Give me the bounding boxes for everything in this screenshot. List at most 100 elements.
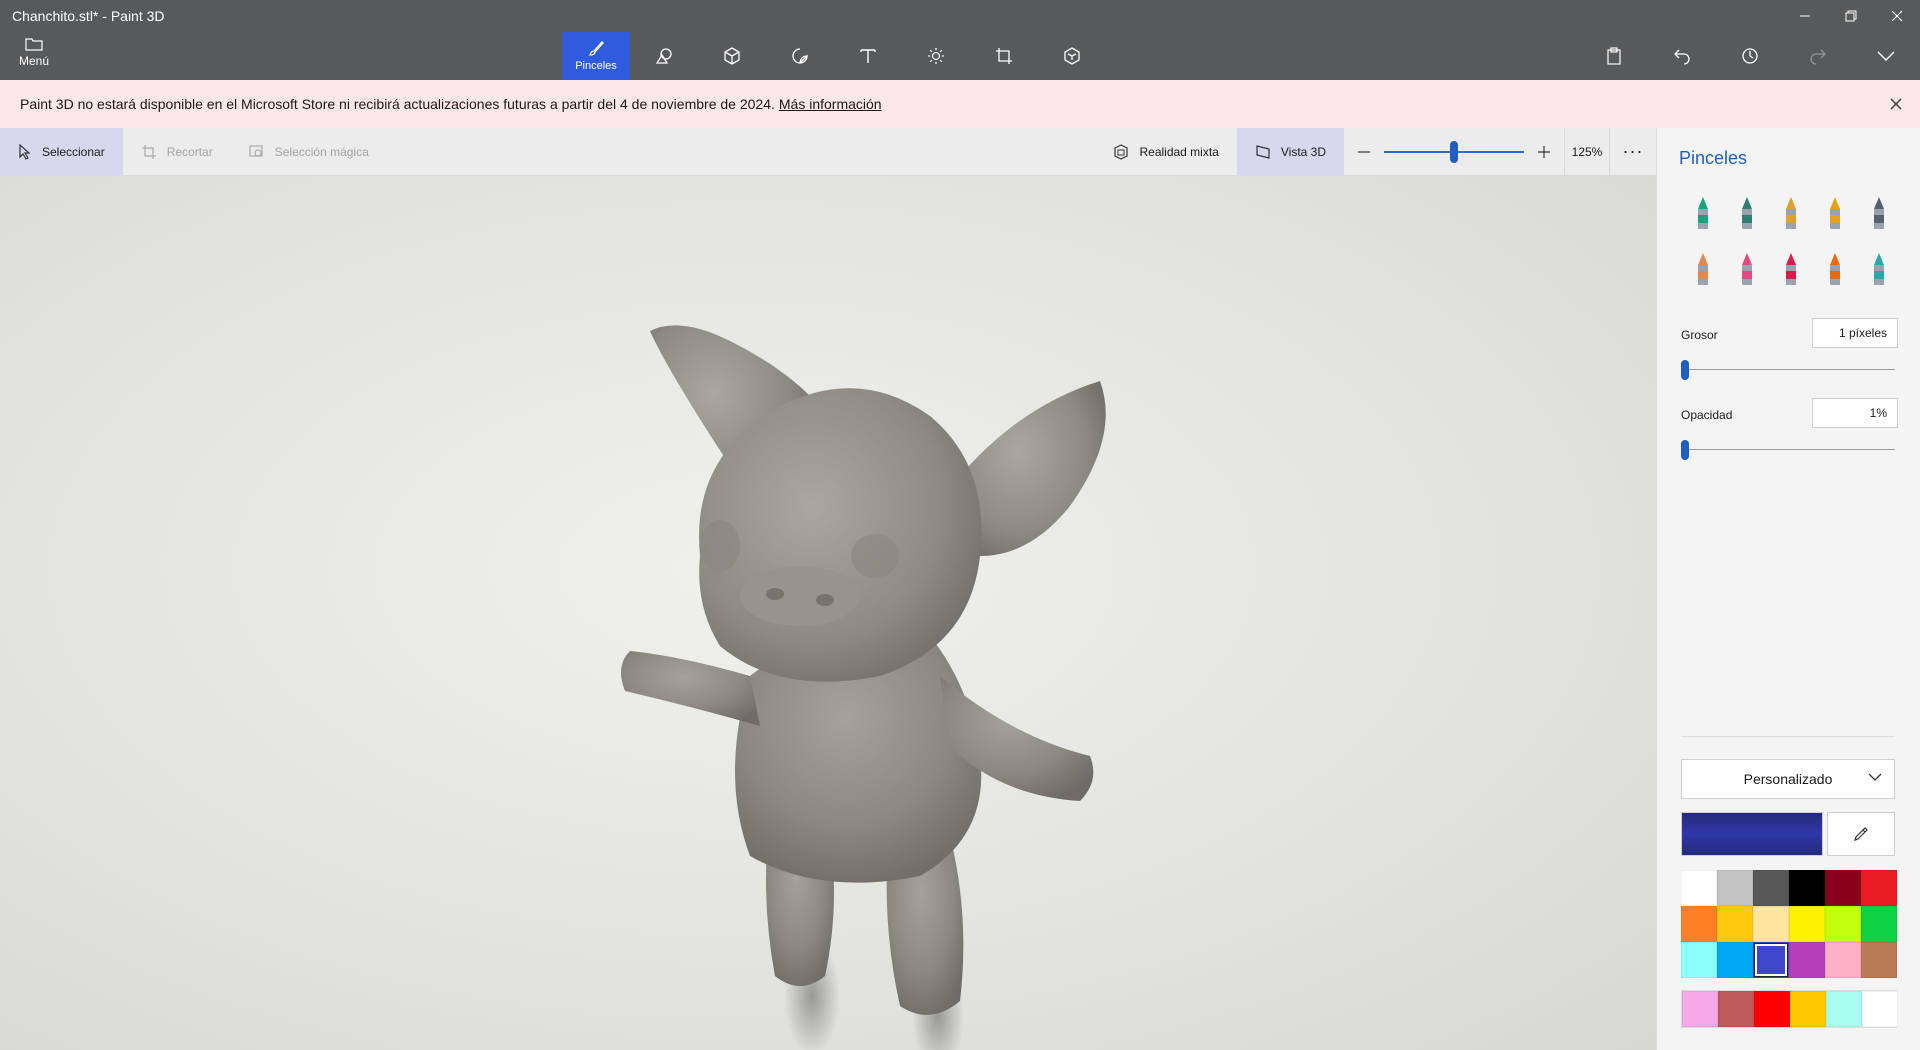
thickness-slider-thumb[interactable] [1681,360,1689,380]
pig-3d-model[interactable] [600,256,1160,1050]
zoom-slider[interactable] [1384,128,1524,176]
color-swatch[interactable] [1789,906,1825,942]
opacity-slider-thumb[interactable] [1681,440,1689,460]
3d-library-icon [1064,47,1080,65]
color-swatch[interactable] [1825,906,1861,942]
opacity-label: Opacidad [1681,408,1733,422]
current-color-swatch[interactable] [1681,812,1823,856]
color-mode-dropdown[interactable]: Personalizado [1681,759,1895,799]
more-options-button[interactable]: ··· [1610,128,1656,176]
eyedropper-button[interactable] [1827,812,1895,856]
custom-color-swatch[interactable] [1826,991,1862,1027]
color-swatch[interactable] [1681,870,1717,906]
close-icon [1891,10,1903,22]
color-swatch[interactable] [1825,942,1861,978]
restore-button[interactable] [1828,0,1874,32]
color-swatch[interactable] [1717,870,1753,906]
tab-effects[interactable] [902,32,970,80]
color-swatch[interactable] [1861,870,1897,906]
mixed-reality-label: Realidad mixta [1139,144,1219,159]
crop-button[interactable]: Recortar [123,128,231,176]
brush-pencil[interactable] [1681,246,1725,292]
3d-shapes-icon [724,47,740,65]
menu-button[interactable]: Menú [10,36,58,76]
zoom-value[interactable]: 125% [1564,127,1610,176]
color-swatch[interactable] [1717,906,1753,942]
color-swatch[interactable] [1681,906,1717,942]
custom-color-swatch[interactable] [1862,991,1898,1027]
zoom-in-button[interactable] [1524,128,1564,176]
history-icon [1742,48,1758,64]
spray-can-icon [1830,253,1840,285]
minimize-icon [1800,15,1810,17]
opacity-slider[interactable] [1681,440,1895,460]
history-button[interactable] [1716,36,1784,76]
brush-grid [1681,190,1907,292]
crop-label: Recortar [166,144,213,159]
brush-crayon[interactable] [1769,246,1813,292]
canvas-icon [996,48,1012,64]
thickness-field[interactable]: 1 píxeles [1812,318,1898,348]
view-3d-button[interactable]: Vista 3D [1236,127,1344,176]
tab-canvas[interactable] [970,32,1038,80]
opacity-field[interactable]: 1% [1812,398,1898,428]
close-button[interactable] [1874,0,1920,32]
thickness-slider[interactable] [1681,360,1895,380]
thickness-slider-track [1681,369,1895,370]
folder-icon [25,38,43,51]
brush-calligraphy-pen[interactable] [1725,190,1769,236]
fill-icon [1874,253,1884,285]
color-swatch[interactable] [1825,870,1861,906]
paste-button[interactable] [1580,36,1648,76]
magic-select-button[interactable]: Selección mágica [231,128,387,176]
minus-icon [1358,150,1370,153]
pixel-pen-icon [1874,197,1884,229]
brush-watercolor[interactable] [1813,190,1857,236]
expand-button[interactable] [1852,36,1920,76]
custom-color-swatch[interactable] [1754,991,1790,1027]
custom-color-swatch[interactable] [1790,991,1826,1027]
tab-3d-shapes[interactable] [698,32,766,80]
brush-fill[interactable] [1857,246,1901,292]
color-swatch[interactable] [1861,942,1897,978]
zoom-slider-thumb[interactable] [1450,140,1458,163]
brush-marker[interactable] [1681,190,1725,236]
undo-button[interactable] [1648,36,1716,76]
color-swatch[interactable] [1753,870,1789,906]
magic-select-label: Selección mágica [274,144,369,159]
select-button[interactable]: Seleccionar [0,127,123,176]
tab-2d-shapes[interactable] [630,32,698,80]
brush-eraser[interactable] [1725,246,1769,292]
brush-pixel-pen[interactable] [1857,190,1901,236]
color-swatch[interactable] [1717,942,1753,978]
notice-close-button[interactable] [1886,94,1906,114]
color-swatch[interactable] [1861,906,1897,942]
tab-brushes[interactable]: Pinceles [562,32,630,80]
redo-button[interactable] [1784,36,1852,76]
custom-color-swatch[interactable] [1682,991,1718,1027]
color-swatch[interactable] [1681,942,1717,978]
color-swatch[interactable] [1789,870,1825,906]
canvas-3d[interactable] [0,176,1656,1050]
2d-shapes-icon [655,48,672,64]
color-swatch[interactable] [1789,942,1825,978]
color-palette [1681,870,1897,978]
color-swatch[interactable] [1753,942,1789,978]
tab-text[interactable] [834,32,902,80]
minimize-button[interactable] [1782,0,1828,32]
custom-color-swatch[interactable] [1718,991,1754,1027]
opacity-slider-track [1681,449,1895,450]
color-swatch[interactable] [1753,906,1789,942]
pig-snout [740,566,860,626]
mixed-reality-button[interactable]: Realidad mixta [1095,128,1236,176]
tab-stickers[interactable] [766,32,834,80]
restore-icon [1845,10,1857,22]
tab-3d-library[interactable] [1038,32,1106,80]
crayon-icon [1786,253,1796,285]
stickers-icon [792,48,808,64]
zoom-out-button[interactable] [1344,128,1384,176]
brush-spray-can[interactable] [1813,246,1857,292]
calligraphy-pen-icon [1742,197,1752,229]
more-info-link[interactable]: Más información [779,96,882,112]
brush-oil-brush[interactable] [1769,190,1813,236]
